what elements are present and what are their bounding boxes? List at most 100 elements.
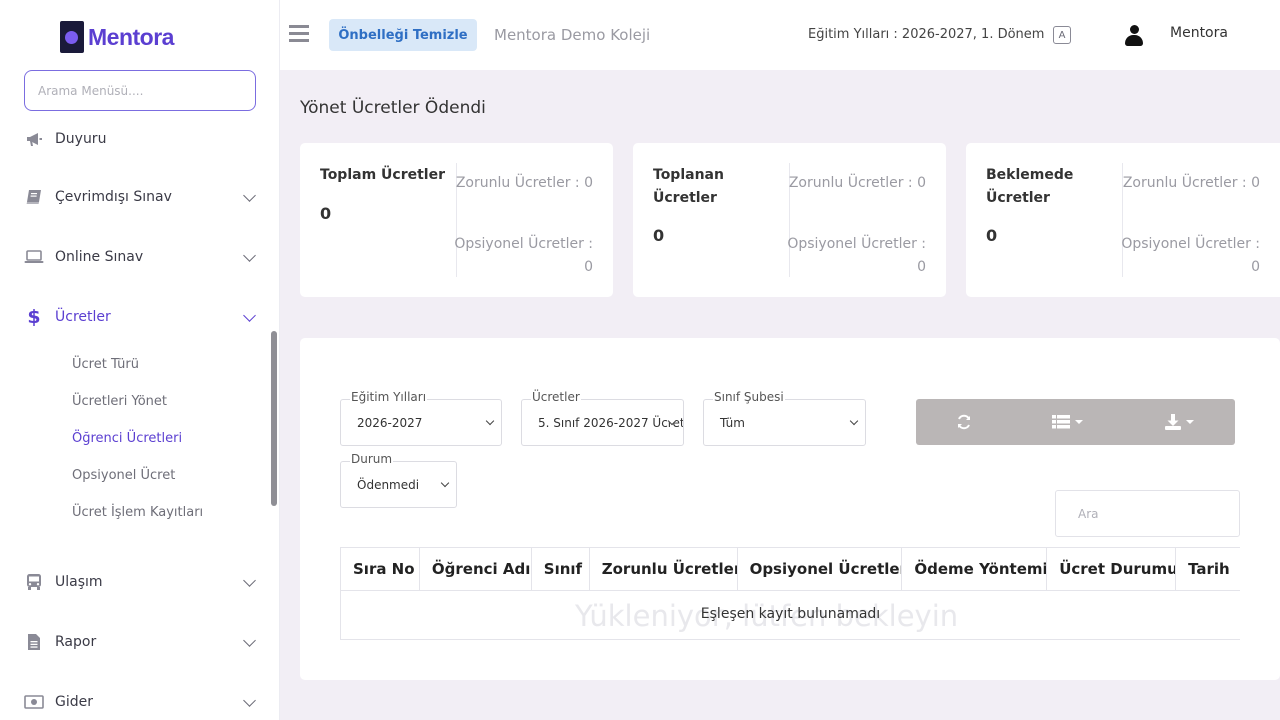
card-optional-fees: Opsiyonel Ücretler : 0 — [1121, 236, 1260, 275]
sidebar-subitem-student-fees[interactable]: Öğrenci Ücretleri — [72, 431, 182, 446]
book-icon — [24, 187, 44, 207]
chevron-down-icon — [849, 416, 859, 426]
card-optional-fees: Opsiyonel Ücretler : 0 — [787, 236, 926, 275]
menu-search-input[interactable] — [24, 70, 256, 111]
education-years-select[interactable]: 2026-2027 — [340, 399, 502, 446]
card-mandatory-fees: Zorunlu Ücretler : 0 — [1122, 175, 1260, 191]
sidebar-item-label: Gider — [55, 694, 93, 710]
caret-down-icon — [1074, 420, 1083, 424]
school-name: Mentora Demo Koleji — [494, 26, 651, 44]
hamburger-icon[interactable] — [289, 25, 309, 43]
document-icon — [24, 632, 44, 652]
sidebar-item-label: Rapor — [55, 634, 97, 650]
card-total: 0 — [653, 226, 665, 245]
bus-icon — [24, 572, 44, 592]
sidebar-item-report[interactable]: Rapor — [24, 628, 256, 656]
sidebar-item-label: Ulaşım — [55, 574, 103, 590]
sidebar-subitem-fee-type[interactable]: Ücret Türü — [72, 357, 139, 372]
chevron-down-icon — [243, 309, 256, 322]
refresh-icon — [958, 414, 970, 430]
sidebar-subitem-optional-fee[interactable]: Opsiyonel Ücret — [72, 468, 175, 483]
download-icon — [1164, 414, 1181, 430]
sidebar-scrollbar[interactable] — [271, 331, 277, 506]
student-fees-table: Sıra No Öğrenci Adı Sınıf Zorunlu Ücretl… — [340, 547, 1240, 640]
select-value: 5. Sınıf 2026-2027 Ücretleri — [538, 415, 683, 430]
sidebar-item-announcement[interactable]: Duyuru — [24, 125, 256, 153]
money-icon — [24, 692, 44, 712]
fees-select[interactable]: 5. Sınıf 2026-2027 Ücretleri — [521, 399, 684, 446]
sidebar-item-fees[interactable]: $ Ücretler — [24, 303, 256, 331]
select-value: Ödenmedi — [357, 477, 420, 492]
card-mandatory-fees: Zorunlu Ücretler : 0 — [788, 175, 926, 191]
chevron-down-icon — [485, 416, 495, 426]
dollar-icon: $ — [27, 306, 41, 328]
sidebar-item-transport[interactable]: Ulaşım — [24, 568, 256, 596]
card-title: Toplanan Ücretler — [653, 167, 724, 206]
class-section-select[interactable]: Tüm — [703, 399, 866, 446]
chevron-down-icon — [243, 694, 256, 707]
column-header-class[interactable]: Sınıf — [532, 548, 590, 590]
chevron-down-icon — [243, 634, 256, 647]
table-search-input[interactable] — [1055, 490, 1240, 537]
megaphone-icon — [24, 129, 44, 149]
table-toolbar — [916, 399, 1235, 445]
column-header-payment-method[interactable]: Ödeme Yöntemi — [902, 548, 1048, 590]
chevron-down-icon — [243, 249, 256, 262]
chevron-down-icon — [243, 574, 256, 587]
page-title: Yönet Ücretler Ödendi — [300, 98, 486, 118]
table-body: Yükleniyor, lütfen bekleyin Eşleşen kayı… — [340, 591, 1240, 640]
sidebar-item-label: Online Sınav — [55, 249, 144, 265]
laptop-icon — [24, 247, 44, 267]
card-mandatory-fees: Zorunlu Ücretler : 0 — [455, 175, 593, 191]
sidebar-subitem-fee-transactions[interactable]: Ücret İşlem Kayıtları — [72, 505, 203, 520]
column-header-mandatory-fees[interactable]: Zorunlu Ücretler — [590, 548, 738, 590]
column-header-student-name[interactable]: Öğrenci Adı — [420, 548, 532, 590]
total-fees-card: Toplam Ücretler 0 Zorunlu Ücretler : 0 O… — [300, 143, 613, 297]
column-header-order[interactable]: Sıra No — [341, 548, 420, 590]
columns-toggle-button[interactable] — [1019, 399, 1115, 445]
export-button[interactable] — [1131, 399, 1227, 445]
user-avatar-icon[interactable] — [1125, 25, 1143, 46]
select-value: Tüm — [720, 415, 745, 430]
sidebar-item-label: Ücretler — [55, 309, 111, 325]
column-header-optional-fees[interactable]: Opsiyonel Ücretler — [738, 548, 903, 590]
empty-table-message: Eşleşen kayıt bulunamadı — [700, 606, 881, 622]
column-header-fee-status[interactable]: Ücret Durumu — [1047, 548, 1177, 590]
refresh-button[interactable] — [916, 399, 1012, 445]
brand-logo[interactable]: Mentora — [60, 21, 174, 53]
user-name[interactable]: Mentora — [1170, 25, 1228, 41]
select-value: 2026-2027 — [357, 415, 423, 430]
sidebar-item-online-exam[interactable]: Online Sınav — [24, 243, 256, 271]
sidebar-item-label: Duyuru — [55, 131, 107, 147]
sidebar-item-offline-exam[interactable]: Çevrimdışı Sınav — [24, 183, 256, 211]
card-title: Beklemede Ücretler — [986, 167, 1074, 206]
chevron-down-icon — [440, 478, 450, 488]
sidebar-subitem-manage-fees[interactable]: Ücretleri Yönet — [72, 394, 167, 409]
pending-fees-card: Beklemede Ücretler 0 Zorunlu Ücretler : … — [966, 143, 1280, 297]
caret-down-icon — [1185, 420, 1194, 424]
fees-label: Ücretler — [531, 390, 581, 404]
card-total: 0 — [320, 204, 332, 223]
translate-icon[interactable]: A — [1053, 26, 1071, 44]
fees-table-panel: 2026-2027 Eğitim Yılları 5. Sınıf 2026-2… — [300, 338, 1280, 680]
sidebar-item-label: Çevrimdışı Sınav — [55, 189, 172, 205]
status-label: Durum — [350, 452, 394, 466]
sidebar: Mentora Duyuru Çevrimdışı Sınav Online S… — [0, 0, 280, 720]
brand-name: Mentora — [88, 23, 174, 50]
status-select[interactable]: Ödenmedi — [340, 461, 457, 508]
card-optional-fees: Opsiyonel Ücretler : 0 — [454, 236, 593, 275]
top-header: Önbelleği Temizle Mentora Demo Koleji Eğ… — [280, 0, 1280, 70]
education-years-label: Eğitim Yılları — [350, 390, 428, 404]
clear-cache-button[interactable]: Önbelleği Temizle — [329, 19, 477, 51]
card-title: Toplam Ücretler — [320, 167, 445, 183]
education-year-label: Eğitim Yılları : 2026-2027, 1. Dönem — [808, 27, 1045, 42]
collected-fees-card: Toplanan Ücretler 0 Zorunlu Ücretler : 0… — [633, 143, 946, 297]
chevron-down-icon — [243, 189, 256, 202]
logo-icon — [60, 21, 84, 53]
class-section-label: Sınıf Şubesi — [713, 390, 785, 404]
table-header-row: Sıra No Öğrenci Adı Sınıf Zorunlu Ücretl… — [340, 547, 1240, 591]
list-icon — [1051, 415, 1070, 429]
card-total: 0 — [986, 226, 998, 245]
sidebar-item-expense[interactable]: Gider — [24, 688, 256, 716]
column-header-date[interactable]: Tarih — [1176, 548, 1240, 590]
